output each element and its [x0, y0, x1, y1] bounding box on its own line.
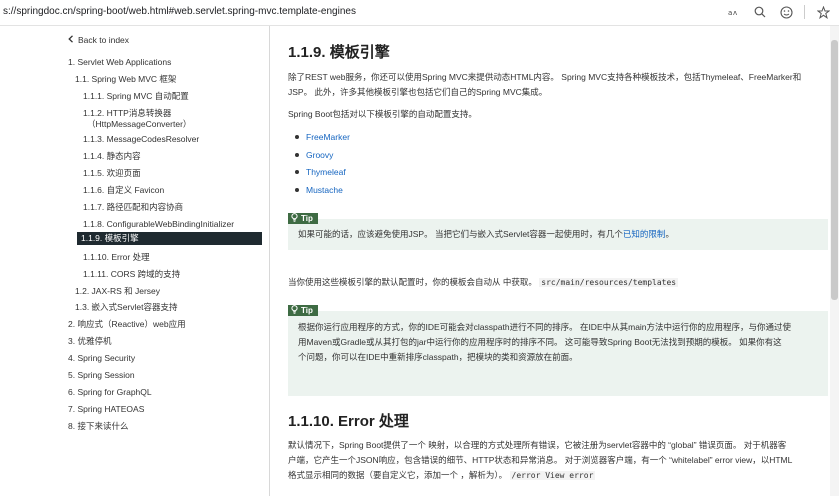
toc-item-spring-session[interactable]: 5. Spring Session: [68, 370, 135, 381]
toc-item-custom-favicon[interactable]: 1.1.6. 自定义 Favicon: [83, 185, 164, 196]
toc-item-jax-rs-jersey[interactable]: 1.2. JAX-RS 和 Jersey: [75, 286, 160, 297]
template-engine-list: FreeMarker Groovy Thymeleaf Mustache: [288, 132, 350, 202]
auto-config-paragraph: Spring Boot包括对以下模板引擎的自动配置支持。: [288, 109, 477, 119]
tip-classpath-line-2: 用Maven或Gradle或从其打包的jar中运行你的应用程序时的排序不同。 这…: [298, 337, 782, 347]
intro-line-1: 除了REST web服务，你还可以使用Spring MVC来提供动态HTML内容…: [288, 72, 802, 82]
intro-line-2: JSP。 此外，许多其他模板引擎也包括它们自己的Spring MVC集成。: [288, 87, 548, 97]
tip-badge: Tip: [288, 213, 318, 224]
toc-item-http-message-converters-sub[interactable]: （HttpMessageConverter）: [87, 119, 191, 130]
browser-toolbar-icons: aʌ: [726, 4, 831, 20]
tip-classpath-line-1: 根据你运行应用程序的方式，你的IDE可能会对classpath进行不同的排序。 …: [298, 322, 792, 332]
lightbulb-icon: [291, 213, 298, 224]
toc-item-spring-graphql[interactable]: 6. Spring for GraphQL: [68, 387, 152, 398]
tip-badge: Tip: [288, 305, 318, 316]
toc-item-path-matching[interactable]: 1.1.7. 路径匹配和内容协商: [83, 202, 183, 213]
browser-address-bar: s://springdoc.cn/spring-boot/web.html#we…: [0, 0, 839, 26]
tip-label: Tip: [301, 214, 313, 223]
url-field[interactable]: s://springdoc.cn/spring-boot/web.html#we…: [3, 6, 356, 17]
toc-item-welcome-page[interactable]: 1.1.5. 欢迎页面: [83, 168, 141, 179]
toc-item-reactive-web[interactable]: 2. 响应式（Reactive）web应用: [68, 319, 186, 330]
tip-callout-jsp: Tip 如果可能的话，应该避免使用JSP。 当把它们与嵌入式Servlet容器一…: [288, 213, 828, 250]
tip-text-classpath: 根据你运行应用程序的方式，你的IDE可能会对classpath进行不同的排序。 …: [298, 320, 826, 365]
toc-item-servlet-web-applications[interactable]: 1. Servlet Web Applications: [68, 57, 171, 68]
toc-sidebar: Back to index 1. Servlet Web Application…: [0, 26, 270, 496]
known-limitations-link[interactable]: 已知的限制: [623, 229, 666, 239]
engine-link-thymeleaf[interactable]: Thymeleaf: [288, 167, 350, 185]
tip-label: Tip: [301, 306, 313, 315]
error-handling-paragraph: 默认情况下，Spring Boot提供了一个 映射，以合理的方式处理所有错误，它…: [288, 438, 826, 483]
svg-text:ʌ: ʌ: [733, 9, 737, 17]
back-to-index-label: Back to index: [78, 35, 130, 45]
reader-mode-icon[interactable]: aʌ: [726, 4, 742, 20]
toolbar-divider: [804, 5, 805, 19]
scrollbar-thumb[interactable]: [831, 40, 838, 300]
template-location-text: 当你使用这些模板引擎的默认配置时，你的模板会自动从 中获取。: [288, 277, 537, 287]
section-heading-error-handling: 1.1.10. Error 处理: [288, 413, 409, 430]
toc-item-message-codes-resolver[interactable]: 1.1.3. MessageCodesResolver: [83, 134, 199, 145]
error-line-1: 默认情况下，Spring Boot提供了一个 映射，以合理的方式处理所有错误，它…: [288, 440, 787, 450]
toc-item-whats-next[interactable]: 8. 接下来读什么: [68, 421, 128, 432]
lightbulb-icon: [291, 305, 298, 316]
error-line-2: 户端，它产生一个JSON响应，包含错误的细节、HTTP状态和异常消息。 对于浏览…: [288, 455, 793, 465]
toc-item-web-binding-initializer[interactable]: 1.1.8. ConfigurableWebBindingInitializer: [83, 219, 234, 230]
engine-link-mustache[interactable]: Mustache: [288, 185, 350, 203]
tip-text-jsp-end: 。: [665, 229, 674, 239]
toc-item-template-engines[interactable]: 1.1.9. 模板引擎: [77, 232, 262, 245]
toc-item-error-handling[interactable]: 1.1.10. Error 处理: [83, 252, 150, 263]
toc-item-cors-support[interactable]: 1.1.11. CORS 跨域的支持: [83, 269, 180, 280]
toc-item-spring-security[interactable]: 4. Spring Security: [68, 353, 135, 364]
toc-item-spring-hateoas[interactable]: 7. Spring HATEOAS: [68, 404, 144, 415]
intro-paragraph: 除了REST web服务，你还可以使用Spring MVC来提供动态HTML内容…: [288, 70, 826, 100]
tip-classpath-line-3: 个问题，你可以在IDE中重新排序classpath，把模块的类和资源放在前面。: [298, 352, 578, 362]
tip-text-jsp: 如果可能的话，应该避免使用JSP。 当把它们与嵌入式Servlet容器一起使用时…: [298, 227, 826, 242]
engine-link-groovy[interactable]: Groovy: [288, 150, 350, 168]
translate-icon[interactable]: [778, 4, 794, 20]
error-view-code: /error View error: [509, 471, 596, 480]
back-to-index-link[interactable]: Back to index: [68, 35, 129, 45]
template-path-code: src/main/resources/templates: [539, 278, 679, 287]
error-line-3-text: 格式显示相同的数据（要自定义它，添加一个 ，解析为）。: [288, 470, 508, 480]
toc-item-http-message-converters[interactable]: 1.1.2. HTTP消息转换器: [83, 108, 171, 119]
template-location-paragraph: 当你使用这些模板引擎的默认配置时，你的模板会自动从 中获取。 src/main/…: [288, 275, 826, 290]
favorite-icon[interactable]: [815, 4, 831, 20]
svg-text:a: a: [728, 9, 732, 17]
chevron-left-icon: [68, 35, 74, 45]
error-line-3: 格式显示相同的数据（要自定义它，添加一个 ，解析为）。 /error View …: [288, 468, 826, 483]
tip-callout-classpath: Tip 根据你运行应用程序的方式，你的IDE可能会对classpath进行不同的…: [288, 305, 828, 396]
section-heading-template-engines: 1.1.9. 模板引擎: [288, 44, 390, 61]
toc-item-spring-web-mvc[interactable]: 1.1. Spring Web MVC 框架: [75, 74, 176, 85]
toc-item-static-content[interactable]: 1.1.4. 静态内容: [83, 151, 141, 162]
toc-item-mvc-auto-config[interactable]: 1.1.1. Spring MVC 自动配置: [83, 91, 189, 102]
toc-item-embedded-servlet[interactable]: 1.3. 嵌入式Servlet容器支持: [75, 302, 178, 313]
tip-text-jsp-body: 如果可能的话，应该避免使用JSP。 当把它们与嵌入式Servlet容器一起使用时…: [298, 229, 623, 239]
toc-item-graceful-shutdown[interactable]: 3. 优雅停机: [68, 336, 111, 347]
zoom-icon[interactable]: [752, 4, 768, 20]
engine-link-freemarker[interactable]: FreeMarker: [288, 132, 350, 150]
